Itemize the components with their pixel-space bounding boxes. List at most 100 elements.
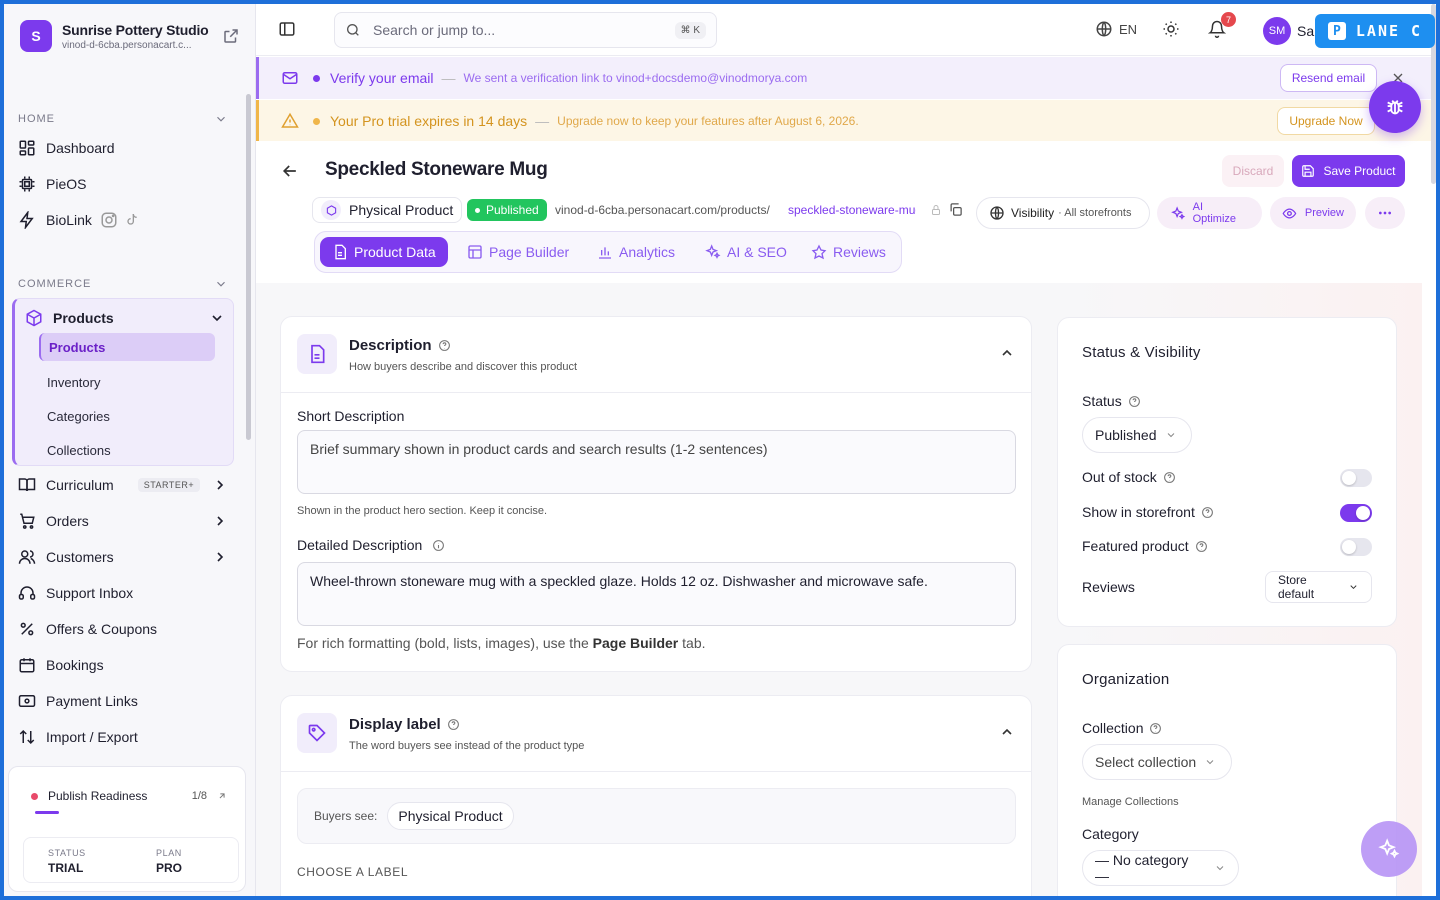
collection-label: Collection <box>1082 720 1162 736</box>
chevron-up-icon[interactable] <box>999 724 1015 740</box>
calendar-icon <box>18 656 36 674</box>
tab-analytics[interactable]: Analytics <box>597 237 675 267</box>
sidebar-subitem-categories[interactable]: Categories <box>39 402 215 430</box>
bug-report-button[interactable] <box>1369 81 1421 133</box>
document-icon <box>335 244 346 260</box>
star-icon <box>811 244 827 260</box>
upgrade-now-button[interactable]: Upgrade Now <box>1277 107 1375 135</box>
buyers-see-value: Physical Product <box>387 802 514 830</box>
sidebar-scrollbar[interactable] <box>246 94 251 440</box>
copy-icon[interactable] <box>948 202 963 217</box>
collection-select[interactable]: Select collection <box>1082 744 1232 780</box>
status-select[interactable]: Published <box>1082 417 1192 453</box>
chevron-right-icon <box>217 552 224 562</box>
sidebar-subitem-inventory[interactable]: Inventory <box>39 368 215 396</box>
sidebar-item-curriculum[interactable]: Curriculum STARTER+ <box>18 470 228 500</box>
short-description-input[interactable]: Brief summary shown in product cards and… <box>297 430 1016 494</box>
status-label: STATUS <box>48 848 86 858</box>
sidebar-item-dashboard[interactable]: Dashboard <box>18 133 228 163</box>
sidebar-item-payment-links[interactable]: Payment Links <box>18 686 228 716</box>
tab-reviews[interactable]: Reviews <box>811 237 886 267</box>
language-switcher[interactable]: EN <box>1095 20 1137 38</box>
chevron-up-icon[interactable] <box>999 345 1015 361</box>
verify-email-banner: Verify your email — We sent a verificati… <box>256 57 1436 99</box>
preview-button[interactable]: Preview <box>1270 197 1356 229</box>
readiness-progress-bar <box>35 811 59 814</box>
readiness-label: Publish Readiness <box>48 789 148 803</box>
sidebar-item-biolink[interactable]: BioLink <box>18 205 228 235</box>
visibility-pill[interactable]: Visibility · All storefronts <box>976 197 1150 229</box>
section-header-home[interactable]: HOME <box>18 112 228 126</box>
featured-toggle[interactable] <box>1340 538 1372 556</box>
sidebar-item-orders[interactable]: Orders <box>18 506 228 536</box>
save-icon <box>1302 165 1315 177</box>
help-icon[interactable] <box>1149 722 1162 735</box>
category-select[interactable]: — No category — <box>1082 850 1239 886</box>
banner-message: Upgrade now to keep your features after … <box>557 114 859 128</box>
info-icon[interactable] <box>432 539 445 552</box>
resend-email-button[interactable]: Resend email <box>1280 64 1377 92</box>
sidebar-toggle-icon[interactable] <box>278 20 296 38</box>
buyers-see-preview: Buyers see: Physical Product <box>297 788 1016 844</box>
back-arrow-icon[interactable] <box>280 161 300 181</box>
user-name[interactable]: Sa <box>1297 23 1314 39</box>
sparkles-icon <box>1378 838 1400 859</box>
reviews-select[interactable]: Store default <box>1265 571 1372 603</box>
description-card: Description How buyers describe and disc… <box>280 316 1032 672</box>
globe-icon <box>1096 21 1112 37</box>
sidebar-item-customers[interactable]: Customers <box>18 542 228 572</box>
avatar[interactable]: SM <box>1263 17 1291 45</box>
display-label-card: Display label The word buyers see instea… <box>280 695 1032 896</box>
sidebar-item-support-inbox[interactable]: Support Inbox <box>18 578 228 608</box>
help-icon[interactable] <box>1195 540 1208 553</box>
help-icon[interactable] <box>1163 471 1176 484</box>
readiness-count: 1/8 <box>191 790 207 802</box>
discard-button[interactable]: Discard <box>1222 155 1284 187</box>
sidebar-subitem-products[interactable]: Products <box>39 333 215 361</box>
sidebar-item-import-export[interactable]: Import / Export <box>18 722 228 752</box>
detailed-description-input[interactable]: Wheel-thrown stoneware mug with a speckl… <box>297 562 1016 626</box>
sidebar-item-pieos[interactable]: PieOS <box>18 169 228 199</box>
tab-page-builder[interactable]: Page Builder <box>467 237 569 267</box>
help-icon[interactable] <box>1128 395 1141 408</box>
chevron-down-icon <box>1206 760 1214 765</box>
product-type-chip[interactable]: Physical Product <box>312 197 463 223</box>
bar-chart-icon <box>599 247 611 259</box>
tab-ai-seo[interactable]: AI & SEO <box>705 237 787 267</box>
global-search[interactable]: Search or jump to... ⌘ K <box>334 12 717 48</box>
section-header-commerce[interactable]: COMMERCE <box>18 277 228 291</box>
help-icon[interactable] <box>447 718 460 731</box>
external-link-icon[interactable] <box>222 27 240 45</box>
out-of-stock-toggle[interactable] <box>1340 469 1372 487</box>
store-name: Sunrise Pottery Studio <box>62 21 209 38</box>
short-description-hint: Shown in the product hero section. Keep … <box>297 505 548 517</box>
percent-icon <box>18 620 36 638</box>
ai-optimize-button[interactable]: AI Optimize <box>1157 197 1262 229</box>
headset-icon <box>18 584 36 602</box>
product-url-slug[interactable]: speckled-stoneware-mug <box>788 203 916 217</box>
store-logo: S <box>20 20 52 52</box>
sidebar-item-bookings[interactable]: Bookings <box>18 650 228 680</box>
sidebar-item-offers[interactable]: Offers & Coupons <box>18 614 228 644</box>
manage-collections-link[interactable]: Manage Collections <box>1082 796 1179 808</box>
store-switcher[interactable]: S Sunrise Pottery Studio vinod-d-6cba.pe… <box>20 18 240 54</box>
ai-assistant-button[interactable] <box>1361 821 1417 877</box>
theme-toggle-sun-icon[interactable] <box>1162 20 1180 38</box>
plan-badge: STARTER+ <box>137 478 201 492</box>
publish-readiness-card[interactable]: Publish Readiness 1/8 STATUS TRIAL PLAN … <box>8 766 246 892</box>
save-product-button[interactable]: Save Product <box>1292 155 1405 187</box>
product-editor: Speckled Stoneware Mug Discard Save Prod… <box>256 141 1436 896</box>
book-icon <box>18 476 36 494</box>
lane-indicator[interactable]: P LANE C <box>1315 14 1435 48</box>
help-icon[interactable] <box>438 339 451 352</box>
show-storefront-toggle[interactable] <box>1340 504 1372 522</box>
more-options-button[interactable] <box>1365 197 1405 229</box>
tab-product-data[interactable]: Product Data <box>320 237 448 267</box>
page-builder-link[interactable]: Page Builder <box>593 635 679 651</box>
shortcut-hint: ⌘ K <box>674 21 706 39</box>
top-bar: Search or jump to... ⌘ K EN 7 SM Sa <box>256 4 1436 56</box>
help-icon[interactable] <box>1201 506 1214 519</box>
tag-icon <box>297 713 337 753</box>
sidebar-item-products[interactable]: Products <box>25 305 225 331</box>
sidebar-subitem-collections[interactable]: Collections <box>39 436 215 464</box>
